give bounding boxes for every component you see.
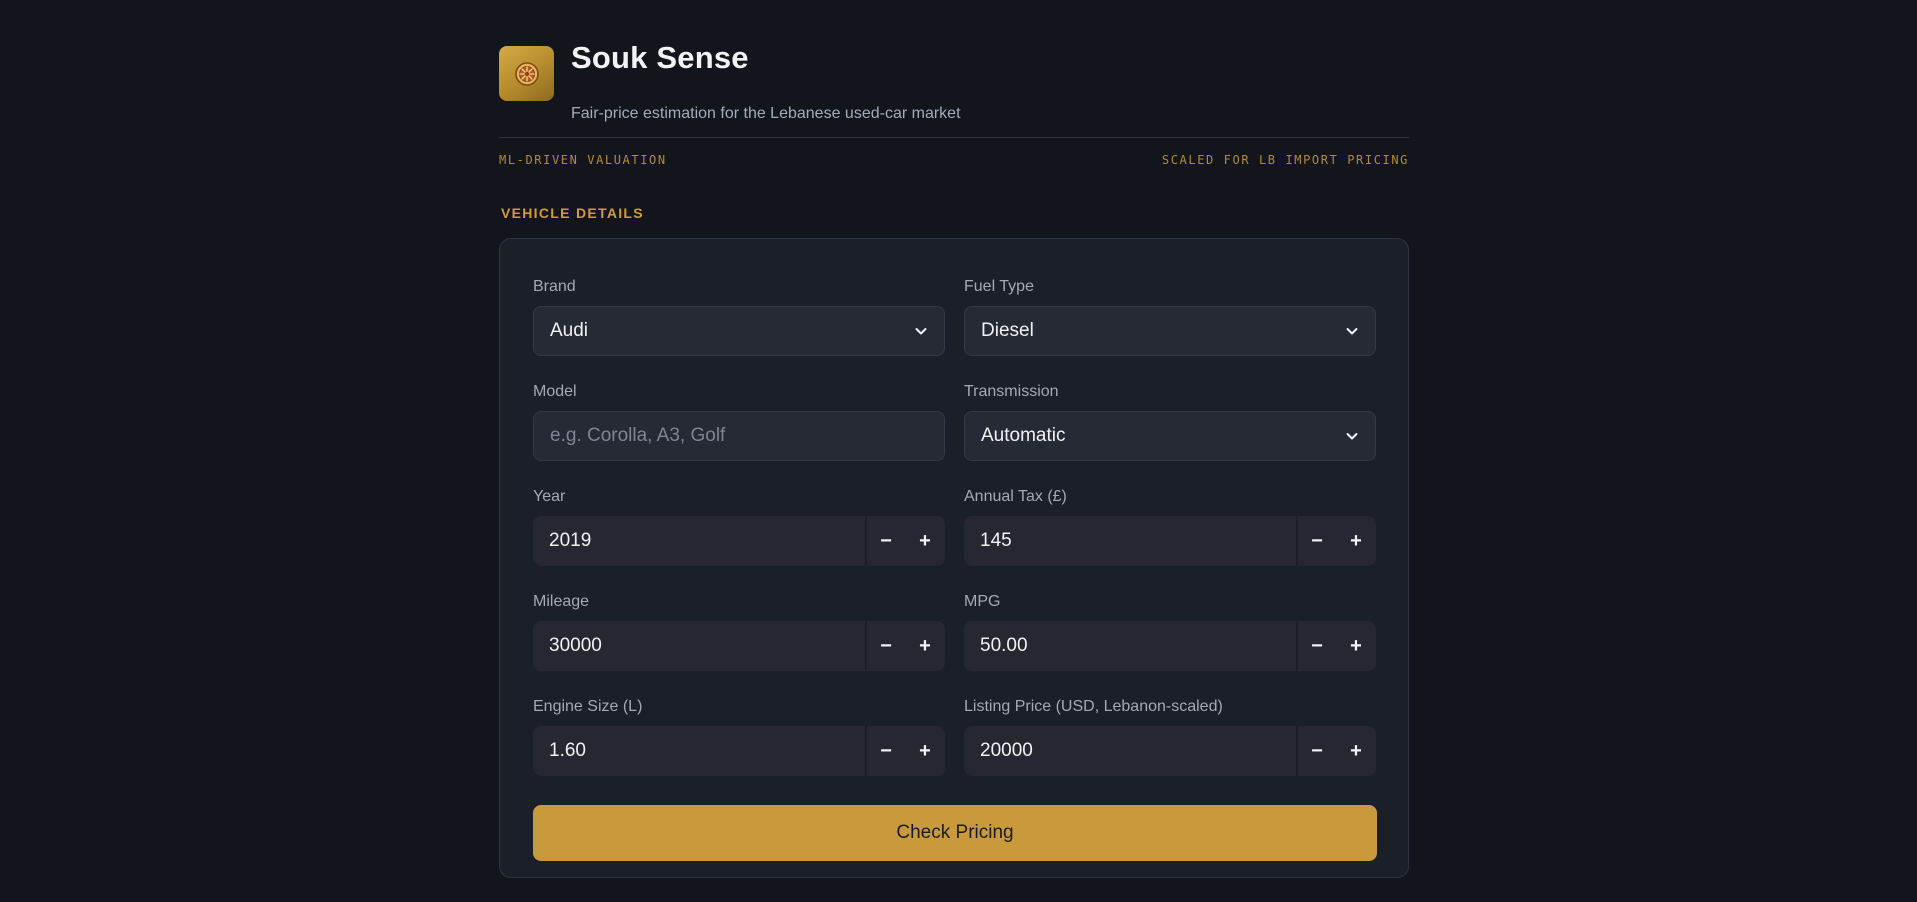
chevron-down-icon: [1345, 429, 1359, 443]
meta-row: ML-DRIVEN VALUATION SCALED FOR LB IMPORT…: [499, 153, 1409, 169]
brand-value: Audi: [550, 320, 589, 341]
year-input[interactable]: 2019: [533, 516, 865, 566]
transmission-value: Automatic: [981, 425, 1066, 446]
annual-tax-label: Annual Tax (£): [964, 488, 1067, 505]
engine-size-input[interactable]: 1.60: [533, 726, 865, 776]
brand-select[interactable]: Audi: [533, 306, 945, 356]
tag-left: ML-DRIVEN VALUATION: [499, 153, 667, 167]
mileage-increment-button[interactable]: +: [905, 621, 945, 671]
annual-tax-input[interactable]: 145: [964, 516, 1296, 566]
model-input[interactable]: e.g. Corolla, A3, Golf: [533, 411, 945, 461]
app-container: Souk Sense Fair-price estimation for the…: [499, 0, 1409, 878]
listing-price-increment-button[interactable]: +: [1336, 726, 1376, 776]
tag-right: SCALED FOR LB IMPORT PRICING: [1161, 153, 1409, 167]
fuel-type-select[interactable]: Diesel: [964, 306, 1376, 356]
engine-size-decrement-button[interactable]: −: [865, 726, 905, 776]
annual-tax-field: Annual Tax (£) 145 − +: [964, 487, 1376, 566]
mileage-label: Mileage: [533, 593, 590, 610]
mpg-input[interactable]: 50.00: [964, 621, 1296, 671]
fuel-type-value: Diesel: [981, 320, 1034, 341]
engine-size-increment-button[interactable]: +: [905, 726, 945, 776]
year-label: Year: [533, 488, 566, 505]
brand-label: Brand: [533, 278, 576, 295]
mileage-stepper: 30000 − +: [533, 621, 945, 671]
mpg-label: MPG: [964, 593, 1001, 610]
listing-price-field: Listing Price (USD, Lebanon-scaled) 2000…: [964, 697, 1376, 776]
mpg-stepper: 50.00 − +: [964, 621, 1376, 671]
mileage-field: Mileage 30000 − +: [533, 592, 945, 671]
annual-tax-stepper: 145 − +: [964, 516, 1376, 566]
engine-size-field: Engine Size (L) 1.60 − +: [533, 697, 945, 776]
annual-tax-increment-button[interactable]: +: [1336, 516, 1376, 566]
wheel-icon: [514, 61, 539, 86]
model-field: Model e.g. Corolla, A3, Golf: [533, 382, 945, 461]
mileage-input[interactable]: 30000: [533, 621, 865, 671]
brand-field: Brand Audi: [533, 277, 945, 356]
listing-price-input[interactable]: 20000: [964, 726, 1296, 776]
app-subtitle: Fair-price estimation for the Lebanese u…: [571, 105, 961, 122]
logo: [499, 46, 554, 101]
chevron-down-icon: [1345, 324, 1359, 338]
engine-size-label: Engine Size (L): [533, 698, 643, 715]
transmission-select[interactable]: Automatic: [964, 411, 1376, 461]
fuel-type-label: Fuel Type: [964, 278, 1034, 295]
header-divider: [499, 137, 1409, 138]
model-label: Model: [533, 383, 577, 400]
transmission-label: Transmission: [964, 383, 1059, 400]
year-field: Year 2019 − +: [533, 487, 945, 566]
mileage-decrement-button[interactable]: −: [865, 621, 905, 671]
check-pricing-button[interactable]: Check Pricing: [533, 805, 1377, 861]
listing-price-stepper: 20000 − +: [964, 726, 1376, 776]
year-increment-button[interactable]: +: [905, 516, 945, 566]
listing-price-label: Listing Price (USD, Lebanon-scaled): [964, 698, 1223, 715]
vehicle-form-card: Brand Audi Fuel Type Diesel Model e.g. C…: [499, 238, 1409, 878]
year-decrement-button[interactable]: −: [865, 516, 905, 566]
annual-tax-decrement-button[interactable]: −: [1296, 516, 1336, 566]
mpg-decrement-button[interactable]: −: [1296, 621, 1336, 671]
transmission-field: Transmission Automatic: [964, 382, 1376, 461]
header: Souk Sense Fair-price estimation for the…: [499, 0, 1409, 138]
app-title: Souk Sense: [571, 40, 749, 75]
mpg-increment-button[interactable]: +: [1336, 621, 1376, 671]
chevron-down-icon: [914, 324, 928, 338]
mpg-field: MPG 50.00 − +: [964, 592, 1376, 671]
listing-price-decrement-button[interactable]: −: [1296, 726, 1336, 776]
fuel-type-field: Fuel Type Diesel: [964, 277, 1376, 356]
year-stepper: 2019 − +: [533, 516, 945, 566]
section-label: VEHICLE DETAILS: [501, 205, 644, 221]
engine-size-stepper: 1.60 − +: [533, 726, 945, 776]
